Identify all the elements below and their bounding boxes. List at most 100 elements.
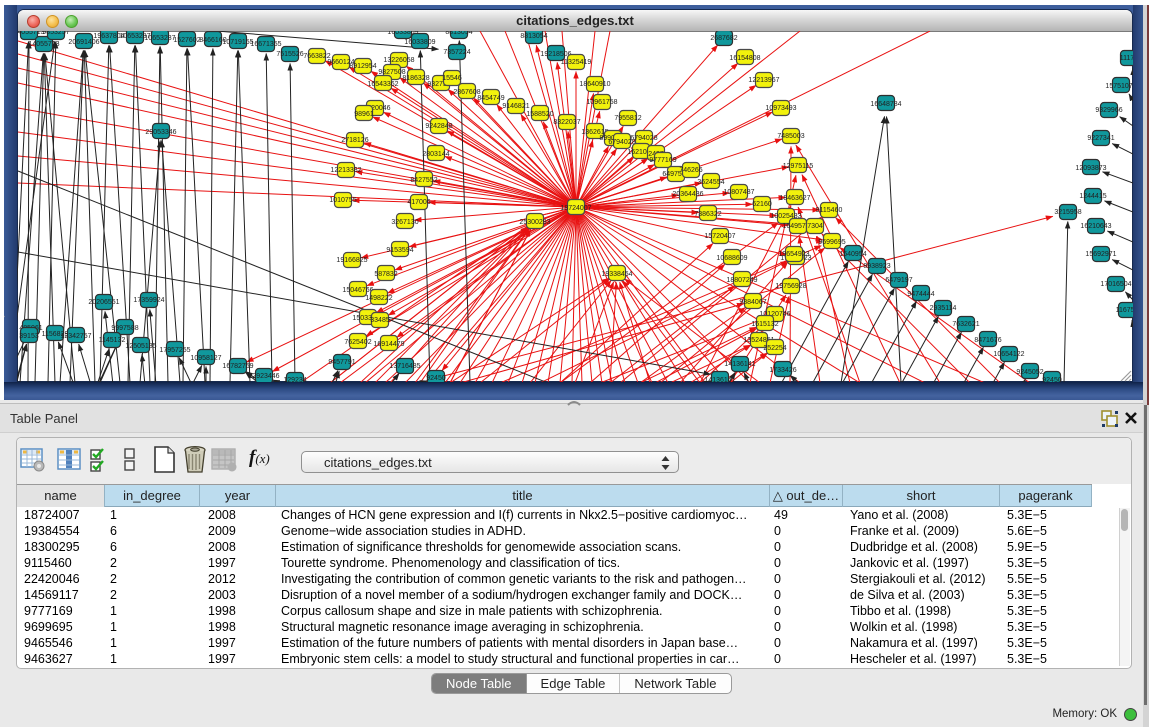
svg-text:13226058: 13226058 [383,57,414,64]
svg-text:8427552: 8427552 [410,177,437,184]
svg-text:17016504: 17016504 [1100,281,1131,288]
svg-text:16914479: 16914479 [373,341,404,348]
svg-text:39153: 39153 [19,333,39,340]
svg-text:587832: 587832 [374,271,397,278]
svg-text:14136141: 14136141 [724,361,755,368]
svg-text:12093873: 12093873 [1075,165,1106,172]
svg-text:1640954: 1640954 [839,251,866,258]
svg-text:129234: 129234 [283,377,306,382]
svg-text:10719155: 10719155 [222,39,253,46]
svg-text:1145132: 1145132 [99,337,126,344]
svg-text:1498222: 1498222 [365,295,392,302]
svg-text:20364436: 20364436 [672,191,703,198]
svg-text:1615132: 1615132 [751,321,778,328]
svg-text:13716485: 13716485 [389,363,420,370]
svg-text:252254: 252254 [763,345,786,352]
svg-text:14055713: 14055713 [17,31,45,36]
svg-text:14136141: 14136141 [704,377,735,382]
svg-text:1733426: 1733426 [769,367,796,374]
svg-text:2687682: 2687682 [710,35,737,42]
svg-text:9457791: 9457791 [328,359,355,366]
svg-text:12213967: 12213967 [748,77,779,84]
svg-text:9115460: 9115460 [816,207,843,214]
svg-text:11325419: 11325419 [561,59,592,66]
svg-text:16648784: 16648784 [870,101,901,108]
svg-text:92450: 92450 [426,375,446,382]
svg-text:20206551: 20206551 [88,299,119,306]
svg-text:18463627: 18463627 [779,195,810,202]
svg-text:8813054: 8813054 [520,33,547,40]
svg-text:16671355: 16671355 [250,41,281,48]
svg-text:2803144: 2803144 [422,151,449,158]
svg-text:8912954: 8912954 [349,63,376,70]
svg-text:3267130: 3267130 [391,219,418,226]
svg-text:9777169: 9777169 [649,157,676,164]
svg-text:12505135: 12505135 [125,343,156,350]
svg-text:16033809: 16033809 [404,39,435,46]
svg-text:14055713: 14055713 [28,41,59,48]
svg-text:417006: 417006 [407,199,430,206]
svg-text:33485: 33485 [370,317,390,324]
svg-text:15720407: 15720407 [704,233,735,240]
svg-text:92450: 92450 [1042,377,1062,382]
svg-text:7955812: 7955812 [614,115,641,122]
svg-text:16210643: 16210643 [1080,223,1111,230]
svg-text:2718126: 2718126 [341,137,368,144]
svg-text:3215958: 3215958 [1054,209,1081,216]
svg-text:746266: 746266 [679,167,702,174]
svg-text:9146821: 9146821 [502,103,529,110]
svg-text:16543362: 16543362 [367,81,398,88]
svg-text:19166825: 19166825 [336,257,367,264]
svg-text:10654122: 10654122 [993,351,1024,358]
svg-text:15046766: 15046766 [342,287,373,294]
svg-text:19654923: 19654923 [778,251,809,258]
svg-text:10973493: 10973493 [765,105,796,112]
svg-text:116753: 116753 [1116,307,1133,314]
svg-text:7625402: 7625402 [344,339,371,346]
svg-text:6794028: 6794028 [630,135,657,142]
svg-text:9329966: 9329966 [1095,107,1122,114]
svg-text:12975115: 12975115 [783,163,814,170]
svg-text:15692971: 15692971 [1085,251,1116,258]
svg-text:9997588: 9997588 [111,325,138,332]
svg-text:12213382: 12213382 [330,167,361,174]
svg-text:1588520: 1588520 [526,111,553,118]
svg-text:8813054: 8813054 [445,31,472,36]
svg-text:8186328: 8186328 [402,75,429,82]
svg-text:18807249: 18807249 [726,277,757,284]
svg-text:16782759: 16782759 [222,363,253,370]
svg-text:3624554: 3624554 [697,179,724,186]
svg-text:18640910: 18640910 [579,81,610,88]
svg-text:29053346: 29053346 [145,129,176,136]
svg-text:10958127: 10958127 [190,355,221,362]
svg-text:8454749: 8454749 [477,95,504,102]
svg-text:9884067: 9884067 [739,299,766,306]
svg-text:25300293: 25300293 [519,219,550,226]
svg-text:17359924: 17359924 [133,297,164,304]
svg-text:18724007: 18724007 [560,205,591,212]
svg-text:11174: 11174 [1120,55,1133,62]
svg-text:16154808: 16154808 [729,55,760,62]
svg-text:7386322: 7386322 [694,211,721,218]
svg-text:9699695: 9699695 [818,239,845,246]
svg-text:8471676: 8471676 [974,337,1001,344]
svg-text:17957255: 17957255 [159,347,190,354]
svg-text:9853257: 9853257 [42,31,69,36]
svg-text:15751074: 15751074 [1105,83,1133,90]
svg-text:1010755: 1010755 [329,197,356,204]
svg-text:12923446: 12923446 [248,373,279,380]
svg-text:7357224: 7357224 [443,49,470,56]
svg-text:1244415: 1244415 [1079,193,1106,200]
svg-text:12342757: 12342757 [60,333,91,340]
svg-text:19338454: 19338454 [601,271,632,278]
svg-text:62160: 62160 [752,201,772,208]
svg-text:10653287: 10653287 [144,35,175,42]
svg-text:9227341: 9227341 [1087,135,1114,142]
svg-text:15546: 15546 [442,75,462,82]
svg-text:8322037: 8322037 [553,119,580,126]
svg-text:9474444: 9474444 [907,291,934,298]
svg-text:6479197: 6479197 [885,277,912,284]
svg-text:20691406: 20691406 [68,39,99,46]
svg-text:7304: 7304 [807,223,823,230]
svg-text:9242848: 9242848 [425,123,452,130]
